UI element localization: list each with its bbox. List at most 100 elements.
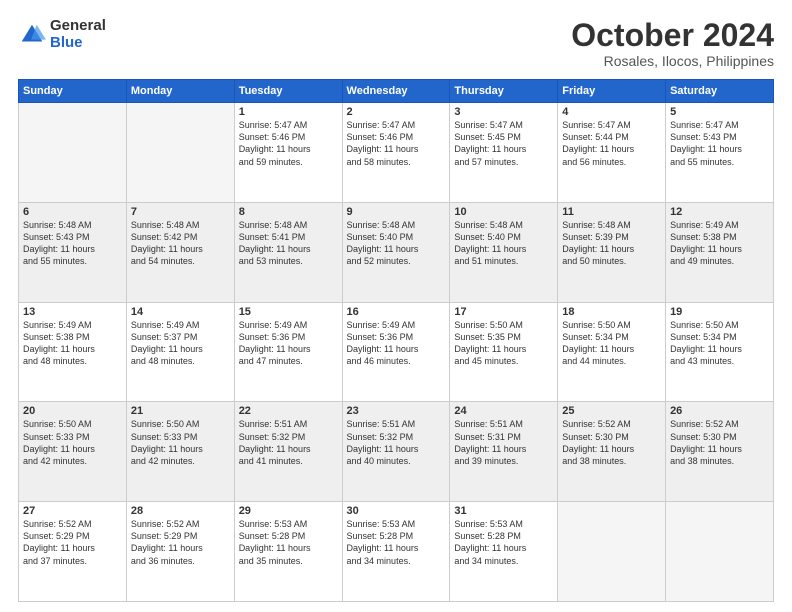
page: General Blue October 2024 Rosales, Iloco… [0, 0, 792, 612]
day-info: Sunrise: 5:49 AM Sunset: 5:36 PM Dayligh… [347, 319, 446, 368]
logo: General Blue [18, 18, 106, 51]
day-number: 3 [454, 106, 553, 118]
calendar-cell: 12Sunrise: 5:49 AM Sunset: 5:38 PM Dayli… [666, 202, 774, 302]
day-info: Sunrise: 5:50 AM Sunset: 5:33 PM Dayligh… [23, 418, 122, 467]
calendar-cell: 13Sunrise: 5:49 AM Sunset: 5:38 PM Dayli… [19, 302, 127, 402]
column-header-friday: Friday [558, 80, 666, 103]
logo-general: General [50, 18, 106, 35]
logo-icon [18, 21, 46, 49]
day-number: 29 [239, 505, 338, 517]
calendar-cell: 30Sunrise: 5:53 AM Sunset: 5:28 PM Dayli… [342, 502, 450, 602]
day-number: 17 [454, 306, 553, 318]
calendar-week-row: 6Sunrise: 5:48 AM Sunset: 5:43 PM Daylig… [19, 202, 774, 302]
logo-text: General Blue [50, 18, 106, 51]
calendar-cell: 18Sunrise: 5:50 AM Sunset: 5:34 PM Dayli… [558, 302, 666, 402]
day-number: 27 [23, 505, 122, 517]
calendar-cell: 3Sunrise: 5:47 AM Sunset: 5:45 PM Daylig… [450, 103, 558, 203]
day-info: Sunrise: 5:52 AM Sunset: 5:29 PM Dayligh… [23, 518, 122, 567]
calendar-cell [666, 502, 774, 602]
calendar-cell: 20Sunrise: 5:50 AM Sunset: 5:33 PM Dayli… [19, 402, 127, 502]
column-header-saturday: Saturday [666, 80, 774, 103]
day-number: 24 [454, 405, 553, 417]
day-number: 14 [131, 306, 230, 318]
calendar-header-row: SundayMondayTuesdayWednesdayThursdayFrid… [19, 80, 774, 103]
column-header-sunday: Sunday [19, 80, 127, 103]
day-info: Sunrise: 5:53 AM Sunset: 5:28 PM Dayligh… [239, 518, 338, 567]
calendar-table: SundayMondayTuesdayWednesdayThursdayFrid… [18, 79, 774, 602]
calendar-cell: 21Sunrise: 5:50 AM Sunset: 5:33 PM Dayli… [126, 402, 234, 502]
day-info: Sunrise: 5:51 AM Sunset: 5:32 PM Dayligh… [239, 418, 338, 467]
calendar-cell: 15Sunrise: 5:49 AM Sunset: 5:36 PM Dayli… [234, 302, 342, 402]
day-number: 10 [454, 206, 553, 218]
day-number: 1 [239, 106, 338, 118]
calendar-week-row: 27Sunrise: 5:52 AM Sunset: 5:29 PM Dayli… [19, 502, 774, 602]
day-info: Sunrise: 5:47 AM Sunset: 5:46 PM Dayligh… [347, 119, 446, 168]
calendar-cell: 5Sunrise: 5:47 AM Sunset: 5:43 PM Daylig… [666, 103, 774, 203]
calendar-cell: 31Sunrise: 5:53 AM Sunset: 5:28 PM Dayli… [450, 502, 558, 602]
calendar-cell: 1Sunrise: 5:47 AM Sunset: 5:46 PM Daylig… [234, 103, 342, 203]
calendar-cell: 8Sunrise: 5:48 AM Sunset: 5:41 PM Daylig… [234, 202, 342, 302]
calendar-cell [19, 103, 127, 203]
day-info: Sunrise: 5:48 AM Sunset: 5:39 PM Dayligh… [562, 219, 661, 268]
day-number: 9 [347, 206, 446, 218]
day-info: Sunrise: 5:47 AM Sunset: 5:44 PM Dayligh… [562, 119, 661, 168]
day-number: 12 [670, 206, 769, 218]
calendar-week-row: 20Sunrise: 5:50 AM Sunset: 5:33 PM Dayli… [19, 402, 774, 502]
calendar-cell: 23Sunrise: 5:51 AM Sunset: 5:32 PM Dayli… [342, 402, 450, 502]
calendar-cell: 2Sunrise: 5:47 AM Sunset: 5:46 PM Daylig… [342, 103, 450, 203]
day-number: 11 [562, 206, 661, 218]
day-info: Sunrise: 5:49 AM Sunset: 5:38 PM Dayligh… [670, 219, 769, 268]
column-header-monday: Monday [126, 80, 234, 103]
day-number: 18 [562, 306, 661, 318]
calendar-cell: 26Sunrise: 5:52 AM Sunset: 5:30 PM Dayli… [666, 402, 774, 502]
location-subtitle: Rosales, Ilocos, Philippines [571, 53, 774, 69]
day-info: Sunrise: 5:50 AM Sunset: 5:34 PM Dayligh… [670, 319, 769, 368]
month-title: October 2024 [571, 18, 774, 53]
calendar-cell: 7Sunrise: 5:48 AM Sunset: 5:42 PM Daylig… [126, 202, 234, 302]
calendar-cell: 16Sunrise: 5:49 AM Sunset: 5:36 PM Dayli… [342, 302, 450, 402]
day-number: 2 [347, 106, 446, 118]
day-info: Sunrise: 5:51 AM Sunset: 5:31 PM Dayligh… [454, 418, 553, 467]
day-number: 15 [239, 306, 338, 318]
day-number: 23 [347, 405, 446, 417]
day-number: 20 [23, 405, 122, 417]
day-info: Sunrise: 5:49 AM Sunset: 5:36 PM Dayligh… [239, 319, 338, 368]
day-info: Sunrise: 5:47 AM Sunset: 5:43 PM Dayligh… [670, 119, 769, 168]
day-info: Sunrise: 5:48 AM Sunset: 5:42 PM Dayligh… [131, 219, 230, 268]
day-number: 31 [454, 505, 553, 517]
day-info: Sunrise: 5:48 AM Sunset: 5:43 PM Dayligh… [23, 219, 122, 268]
calendar-cell [558, 502, 666, 602]
calendar-cell: 19Sunrise: 5:50 AM Sunset: 5:34 PM Dayli… [666, 302, 774, 402]
day-info: Sunrise: 5:52 AM Sunset: 5:30 PM Dayligh… [670, 418, 769, 467]
day-number: 28 [131, 505, 230, 517]
calendar-cell: 22Sunrise: 5:51 AM Sunset: 5:32 PM Dayli… [234, 402, 342, 502]
day-info: Sunrise: 5:47 AM Sunset: 5:46 PM Dayligh… [239, 119, 338, 168]
calendar-cell: 9Sunrise: 5:48 AM Sunset: 5:40 PM Daylig… [342, 202, 450, 302]
day-number: 6 [23, 206, 122, 218]
day-number: 22 [239, 405, 338, 417]
day-number: 19 [670, 306, 769, 318]
calendar-cell: 24Sunrise: 5:51 AM Sunset: 5:31 PM Dayli… [450, 402, 558, 502]
calendar-cell: 4Sunrise: 5:47 AM Sunset: 5:44 PM Daylig… [558, 103, 666, 203]
calendar-cell: 10Sunrise: 5:48 AM Sunset: 5:40 PM Dayli… [450, 202, 558, 302]
header: General Blue October 2024 Rosales, Iloco… [18, 18, 774, 69]
day-info: Sunrise: 5:50 AM Sunset: 5:34 PM Dayligh… [562, 319, 661, 368]
day-number: 21 [131, 405, 230, 417]
day-number: 8 [239, 206, 338, 218]
day-info: Sunrise: 5:52 AM Sunset: 5:30 PM Dayligh… [562, 418, 661, 467]
day-info: Sunrise: 5:53 AM Sunset: 5:28 PM Dayligh… [347, 518, 446, 567]
calendar-week-row: 13Sunrise: 5:49 AM Sunset: 5:38 PM Dayli… [19, 302, 774, 402]
calendar-cell: 6Sunrise: 5:48 AM Sunset: 5:43 PM Daylig… [19, 202, 127, 302]
calendar-cell: 28Sunrise: 5:52 AM Sunset: 5:29 PM Dayli… [126, 502, 234, 602]
calendar-week-row: 1Sunrise: 5:47 AM Sunset: 5:46 PM Daylig… [19, 103, 774, 203]
day-info: Sunrise: 5:50 AM Sunset: 5:35 PM Dayligh… [454, 319, 553, 368]
day-number: 4 [562, 106, 661, 118]
day-number: 13 [23, 306, 122, 318]
day-number: 25 [562, 405, 661, 417]
day-info: Sunrise: 5:53 AM Sunset: 5:28 PM Dayligh… [454, 518, 553, 567]
logo-blue: Blue [50, 35, 106, 52]
column-header-tuesday: Tuesday [234, 80, 342, 103]
day-info: Sunrise: 5:50 AM Sunset: 5:33 PM Dayligh… [131, 418, 230, 467]
day-number: 16 [347, 306, 446, 318]
day-info: Sunrise: 5:49 AM Sunset: 5:37 PM Dayligh… [131, 319, 230, 368]
